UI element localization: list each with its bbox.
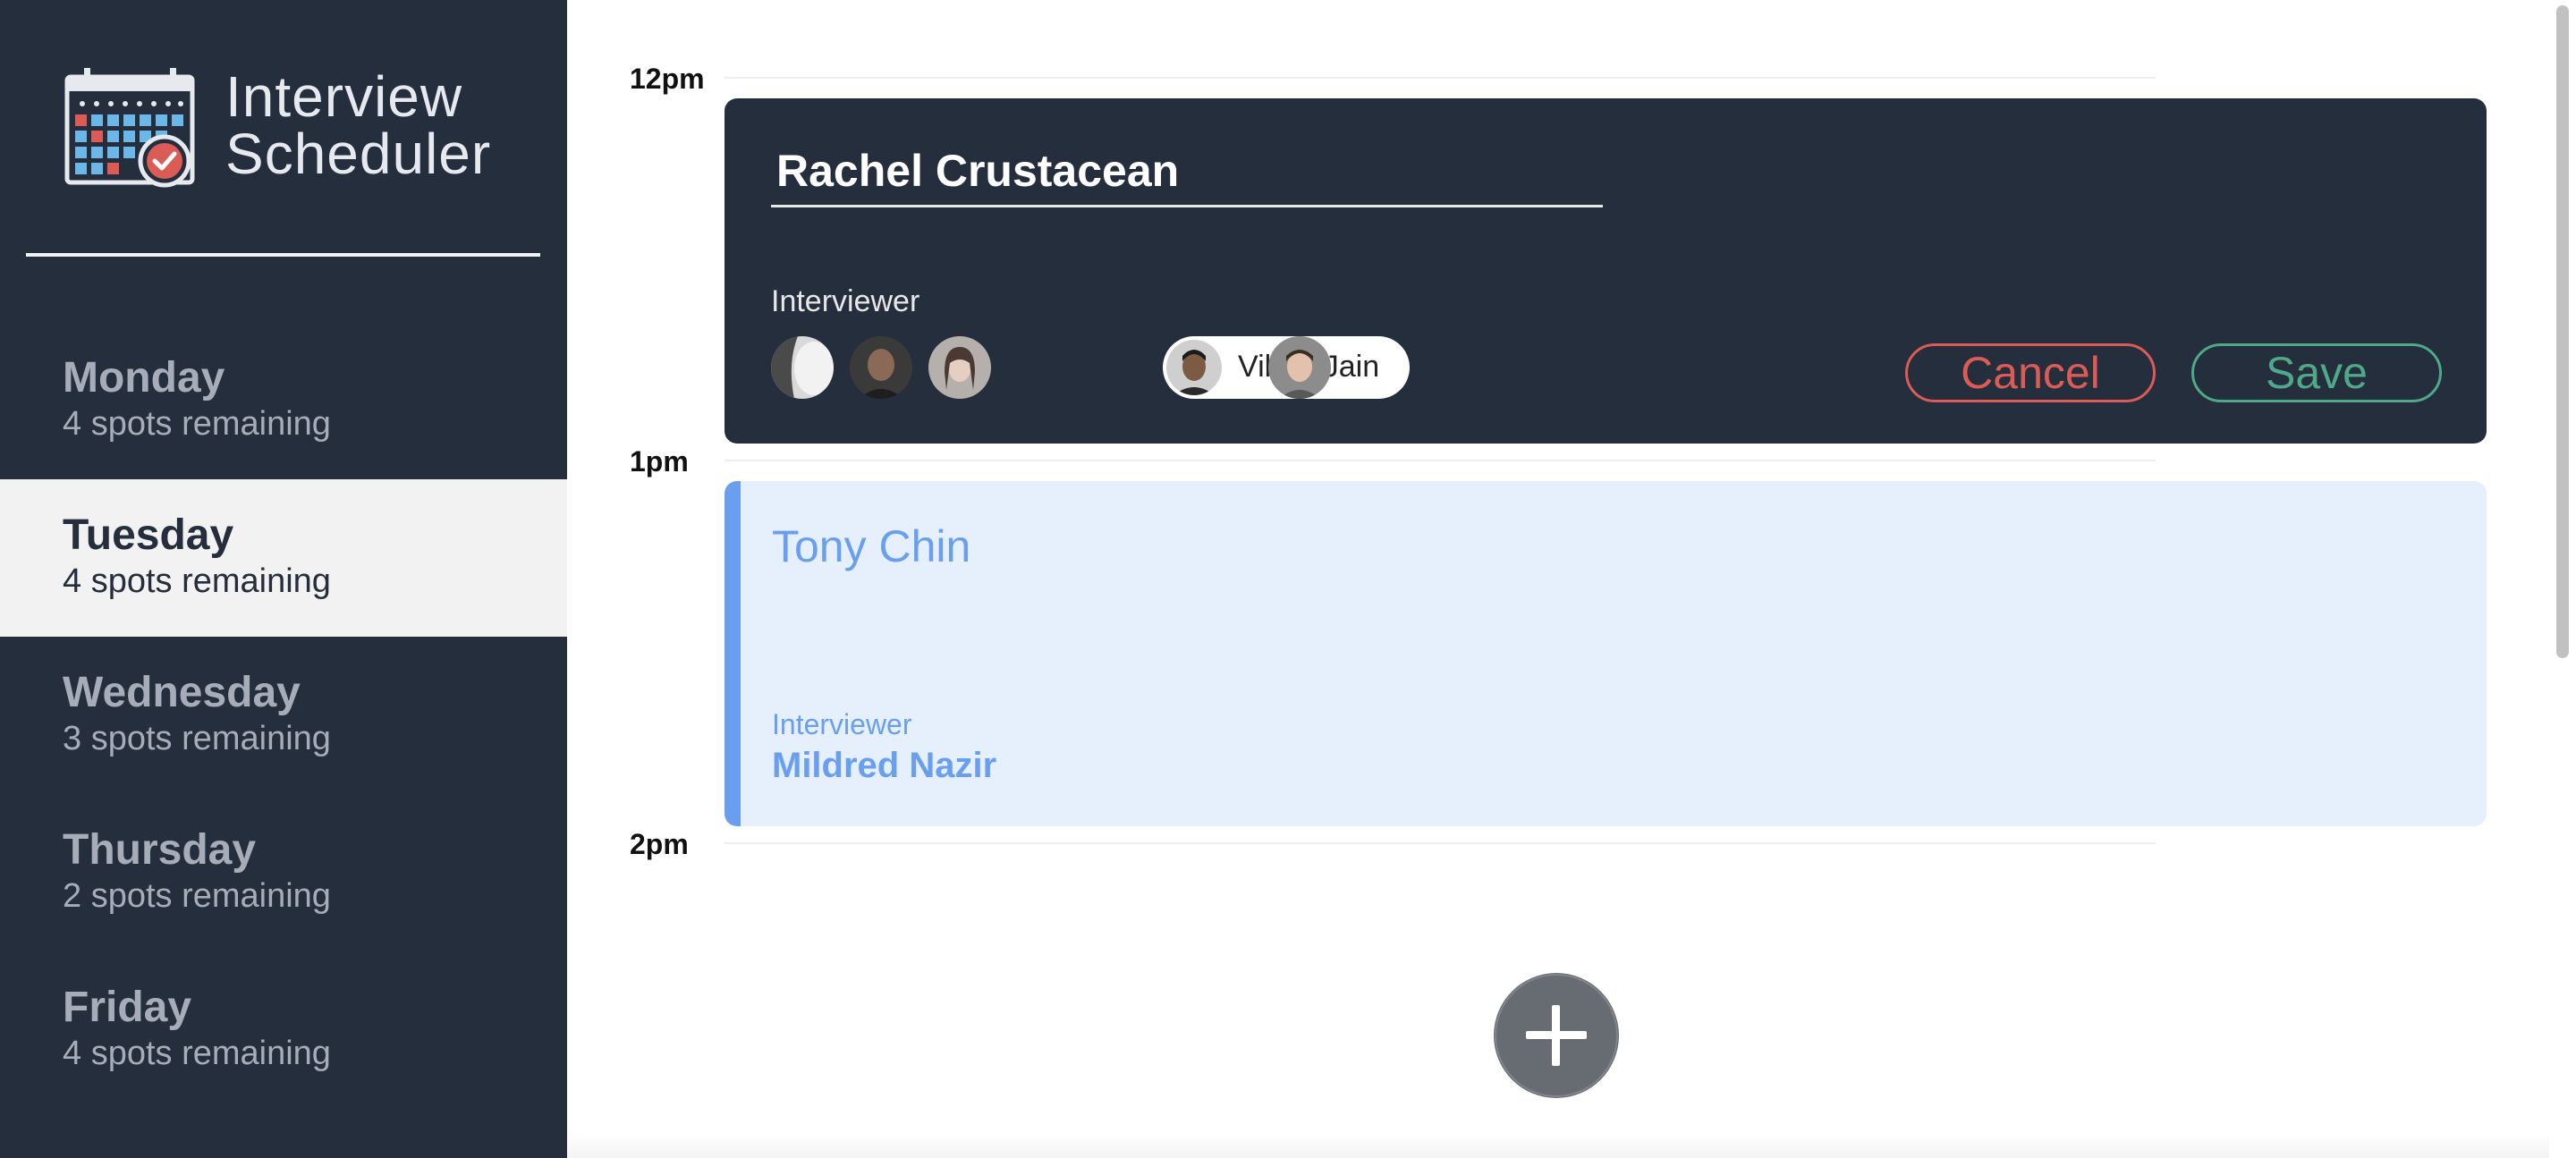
time-label-2pm: 2pm bbox=[630, 828, 689, 860]
hour-divider bbox=[724, 77, 2156, 79]
appointment-form: Interviewer bbox=[724, 98, 2487, 444]
day-name: Wednesday bbox=[63, 669, 301, 716]
time-label-1pm: 1pm bbox=[630, 445, 689, 478]
appointment-interviewer-name: Mildred Nazir bbox=[772, 746, 997, 785]
schedule: 12pm Interviewer bbox=[567, 0, 2549, 1158]
time-label-12pm: 12pm bbox=[630, 63, 705, 95]
interviewer-avatar[interactable] bbox=[771, 336, 834, 399]
plus-icon bbox=[1495, 974, 1618, 1097]
interviewer-avatar bbox=[1166, 340, 1222, 395]
calendar-check-icon bbox=[64, 68, 195, 190]
bottom-shadow bbox=[567, 1133, 2549, 1158]
hour-divider bbox=[724, 460, 2156, 461]
day-spots: 4 spots remaining bbox=[63, 562, 331, 600]
day-list: Monday 4 spots remaining Tuesday 4 spots… bbox=[0, 322, 567, 1109]
scrollbar-thumb[interactable] bbox=[2556, 5, 2569, 658]
appointment-card[interactable]: Tony Chin Interviewer Mildred Nazir bbox=[724, 481, 2487, 826]
day-item-wednesday[interactable]: Wednesday 3 spots remaining bbox=[0, 637, 567, 794]
app-title: Interview Scheduler bbox=[225, 68, 491, 182]
day-item-thursday[interactable]: Thursday 2 spots remaining bbox=[0, 794, 567, 951]
interviewer-heading: Interviewer bbox=[771, 284, 920, 318]
cancel-button[interactable]: Cancel bbox=[1905, 343, 2156, 402]
day-name: Monday bbox=[63, 354, 225, 401]
save-button[interactable]: Save bbox=[2191, 343, 2442, 402]
day-name: Tuesday bbox=[63, 511, 234, 559]
appointment-accent-bar bbox=[724, 481, 741, 826]
app-title-line1: Interview bbox=[225, 64, 463, 129]
student-name-input[interactable] bbox=[771, 136, 1603, 207]
day-spots: 2 spots remaining bbox=[63, 877, 331, 915]
vertical-scrollbar[interactable] bbox=[2549, 0, 2576, 1158]
day-name: Thursday bbox=[63, 826, 257, 874]
day-name: Friday bbox=[63, 984, 192, 1031]
appointment-student-name: Tony Chin bbox=[772, 521, 971, 571]
interviewer-avatar[interactable] bbox=[928, 336, 991, 399]
day-spots: 3 spots remaining bbox=[63, 720, 331, 757]
day-spots: 4 spots remaining bbox=[63, 405, 331, 443]
day-item-tuesday[interactable]: Tuesday 4 spots remaining bbox=[0, 479, 567, 637]
hour-divider bbox=[724, 842, 2156, 844]
interviewer-avatar[interactable] bbox=[1268, 336, 1331, 399]
day-item-monday[interactable]: Monday 4 spots remaining bbox=[0, 322, 567, 479]
interviewer-avatar[interactable] bbox=[850, 336, 912, 399]
add-appointment-button[interactable] bbox=[1494, 973, 1619, 1098]
app-title-line2: Scheduler bbox=[225, 122, 492, 186]
day-spots: 4 spots remaining bbox=[63, 1035, 331, 1072]
sidebar-divider bbox=[26, 253, 540, 257]
appointment-interviewer-heading: Interviewer bbox=[772, 708, 912, 740]
day-item-friday[interactable]: Friday 4 spots remaining bbox=[0, 951, 567, 1109]
sidebar: Interview Scheduler Monday 4 spots remai… bbox=[0, 0, 567, 1158]
